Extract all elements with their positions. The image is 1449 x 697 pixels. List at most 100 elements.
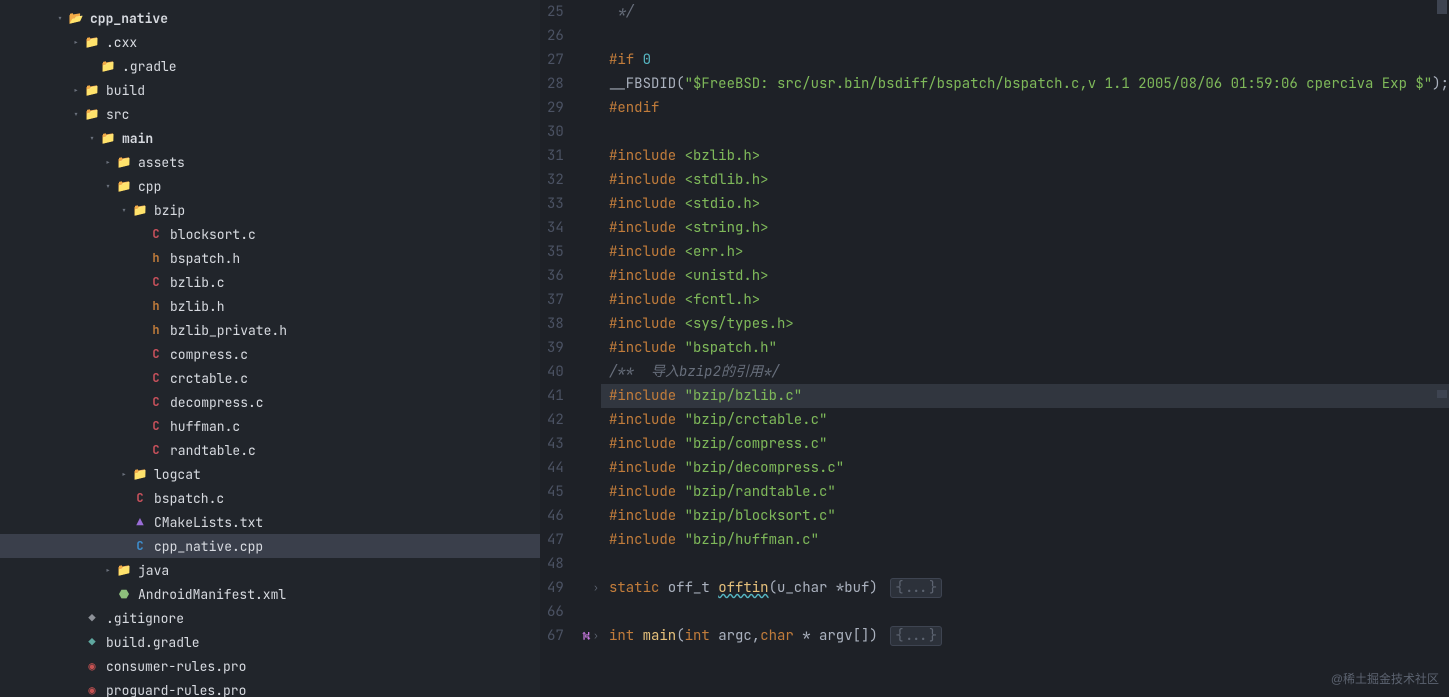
breakpoint-slot[interactable] [582,24,591,48]
chevron-right-icon[interactable]: ▸ [68,84,84,97]
breakpoint-slot[interactable] [582,168,591,192]
code-editor[interactable]: 2526272829303132333435363738394041424344… [540,0,1449,697]
breakpoint-slot[interactable] [582,72,591,96]
breakpoint-slot[interactable] [582,480,591,504]
tree-item[interactable]: ▸Ccpp_native.cpp [0,534,540,558]
code-line[interactable] [609,120,1449,144]
code-line[interactable]: #include "bzip/randtable.c" [609,480,1449,504]
breakpoint-slot[interactable] [582,432,591,456]
breakpoint-slot[interactable] [582,504,591,528]
breakpoint-slot[interactable] [582,144,591,168]
breakpoint-slot[interactable] [582,336,591,360]
chevron-right-icon[interactable]: ▸ [100,564,116,577]
chevron-down-icon[interactable]: ▾ [68,108,84,121]
code-line[interactable]: #include <err.h> [609,240,1449,264]
breakpoint-slot[interactable] [582,552,591,576]
tree-item[interactable]: ▸Cbspatch.c [0,486,540,510]
breakpoint-slot[interactable] [582,528,591,552]
code-line[interactable]: int main(int argc,char * argv[]) {...} [609,624,1449,648]
tree-item[interactable]: ▸Ccrctable.c [0,366,540,390]
breakpoint-slot[interactable] [582,360,591,384]
tree-item[interactable]: ▸◉proguard-rules.pro [0,678,540,697]
tree-item[interactable]: ▾📁main [0,126,540,150]
chevron-down-icon[interactable]: ▾ [116,204,132,217]
code-line[interactable]: #include <sys/types.h> [609,312,1449,336]
breakpoint-slot[interactable] [582,600,591,624]
code-line[interactable]: #endif [609,96,1449,120]
code-line[interactable]: #include <string.h> [609,216,1449,240]
code-line[interactable]: #include "bzip/bzlib.c" [601,384,1449,408]
breakpoint-slot[interactable] [582,0,591,24]
code-line[interactable]: __FBSDID("$FreeBSD: src/usr.bin/bsdiff/b… [609,72,1449,96]
breakpoint-column[interactable]: ⛕ [582,0,591,697]
breakpoint-slot[interactable] [582,120,591,144]
tree-item[interactable]: ▸Chuffman.c [0,414,540,438]
tree-item[interactable]: ▸◆.gitignore [0,606,540,630]
breakpoint-slot[interactable] [582,264,591,288]
tree-item[interactable]: ▸hbzlib.h [0,294,540,318]
chevron-down-icon[interactable]: ▾ [84,132,100,145]
code-line[interactable]: #include <fcntl.h> [609,288,1449,312]
tree-item[interactable]: ▸Ccompress.c [0,342,540,366]
code-line[interactable]: #include "bzip/compress.c" [609,432,1449,456]
chevron-right-icon[interactable]: ▸ [100,156,116,169]
chevron-down-icon[interactable]: ▾ [52,12,68,25]
tree-item[interactable]: ▸📁build [0,78,540,102]
tree-item[interactable]: ▸hbzlib_private.h [0,318,540,342]
tree-item[interactable]: ▸📁java [0,558,540,582]
tree-item[interactable]: ▾📁cpp [0,174,540,198]
file-tree[interactable]: ▾📂cpp_native▸📁.cxx▸📁.gradle▸📁build▾📁src▾… [0,0,540,697]
folded-region[interactable]: {...} [890,626,942,646]
code-line[interactable]: #if 0 [609,48,1449,72]
breakpoint-slot[interactable] [582,192,591,216]
breakpoint-slot[interactable] [582,48,591,72]
breakpoint-slot[interactable]: ⛕ [582,624,591,648]
chevron-right-icon[interactable]: ▸ [68,36,84,49]
code-line[interactable]: #include <unistd.h> [609,264,1449,288]
code-line[interactable]: #include <stdlib.h> [609,168,1449,192]
code-line[interactable]: #include "bspatch.h" [609,336,1449,360]
editor-scrollbar[interactable] [1435,0,1447,697]
tree-item[interactable]: ▸⬣AndroidManifest.xml [0,582,540,606]
chevron-right-icon[interactable]: ▸ [116,468,132,481]
tree-item[interactable]: ▸Cdecompress.c [0,390,540,414]
breakpoint-slot[interactable] [582,312,591,336]
chevron-down-icon[interactable]: ▾ [100,180,116,193]
tree-item[interactable]: ▸Cblocksort.c [0,222,540,246]
code-line[interactable]: #include "bzip/blocksort.c" [609,504,1449,528]
tree-item[interactable]: ▸Cbzlib.c [0,270,540,294]
tree-item[interactable]: ▸hbspatch.h [0,246,540,270]
tree-item[interactable]: ▸📁.cxx [0,30,540,54]
breakpoint-slot[interactable] [582,456,591,480]
tree-item[interactable]: ▸◉consumer-rules.pro [0,654,540,678]
breakpoint-slot[interactable] [582,216,591,240]
fold-column[interactable]: ›› [591,0,601,697]
fold-handle[interactable]: › [591,624,601,648]
code-line[interactable]: #include <stdio.h> [609,192,1449,216]
tree-item[interactable]: ▾📁bzip [0,198,540,222]
code-line[interactable]: #include <bzlib.h> [609,144,1449,168]
code-line[interactable]: */ [609,0,1449,24]
tree-item[interactable]: ▸📁logcat [0,462,540,486]
tree-item[interactable]: ▸Crandtable.c [0,438,540,462]
code-line[interactable]: /** 导入bzip2的引用*/ [609,360,1449,384]
tree-item[interactable]: ▸📁assets [0,150,540,174]
tree-item[interactable]: ▾📁src [0,102,540,126]
tree-item[interactable]: ▾📂cpp_native [0,6,540,30]
breakpoint-slot[interactable] [582,576,591,600]
code-area[interactable]: */ #if 0__FBSDID("$FreeBSD: src/usr.bin/b… [601,0,1449,697]
code-line[interactable] [609,600,1449,624]
breakpoint-slot[interactable] [582,240,591,264]
breakpoint-slot[interactable] [582,288,591,312]
fold-handle[interactable]: › [591,576,601,600]
breakpoint-slot[interactable] [582,96,591,120]
code-line[interactable]: #include "bzip/crctable.c" [609,408,1449,432]
code-line[interactable] [609,552,1449,576]
tree-item[interactable]: ▸▲CMakeLists.txt [0,510,540,534]
breakpoint-slot[interactable] [582,408,591,432]
folded-region[interactable]: {...} [890,578,942,598]
code-line[interactable]: static off_t offtin(u_char *buf) {...} [609,576,1449,600]
code-line[interactable]: #include "bzip/huffman.c" [609,528,1449,552]
tree-item[interactable]: ▸📁.gradle [0,54,540,78]
code-line[interactable] [609,24,1449,48]
